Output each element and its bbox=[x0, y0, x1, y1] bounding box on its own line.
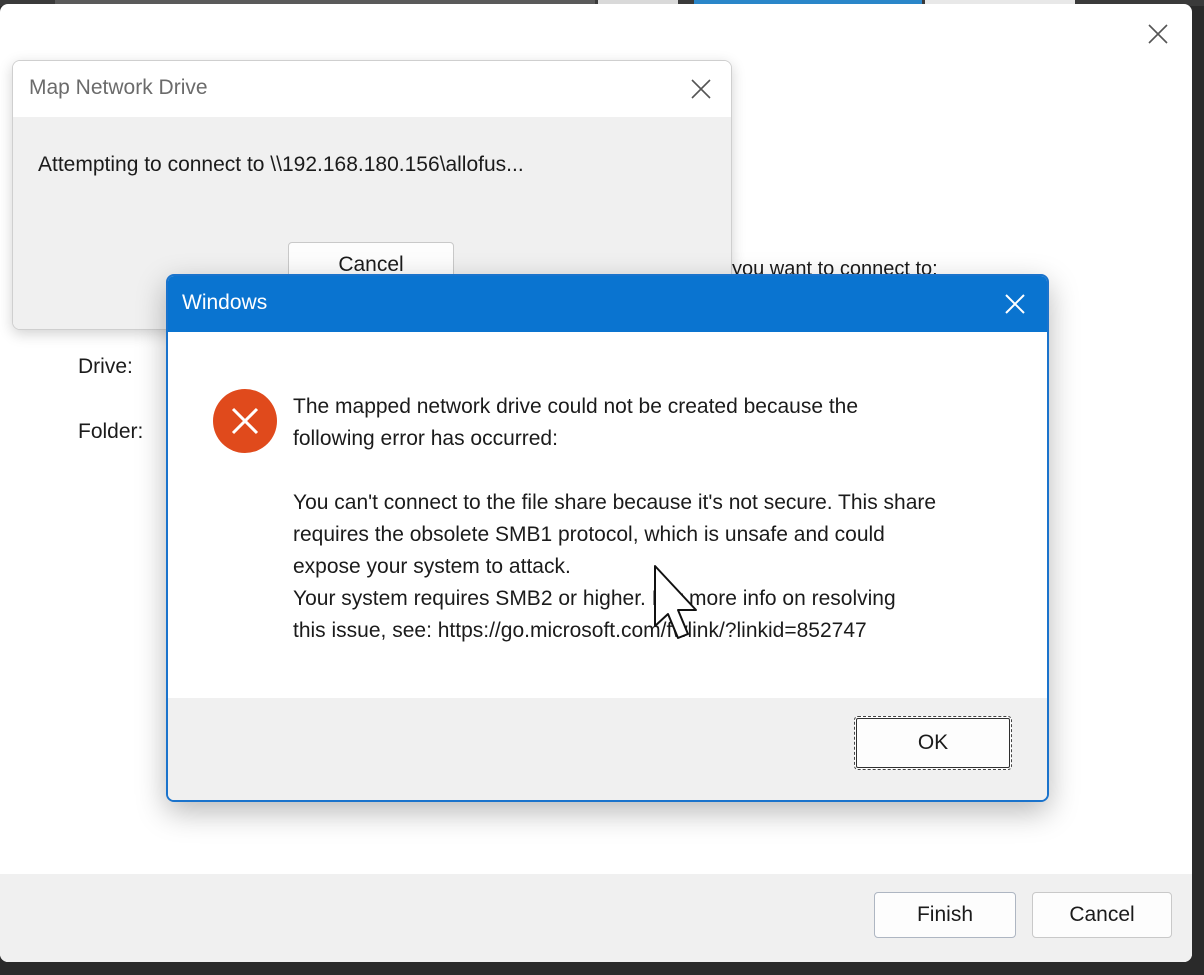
error-message-line: requires the obsolete SMB1 protocol, whi… bbox=[293, 523, 885, 546]
error-message-line: You can't connect to the file share beca… bbox=[293, 491, 937, 514]
wizard-cancel-button[interactable]: Cancel bbox=[1032, 892, 1172, 938]
error-dialog-titlebar: Windows bbox=[168, 276, 1047, 332]
error-message: The mapped network drive could not be cr… bbox=[293, 391, 1013, 647]
drive-label: Drive: bbox=[78, 355, 133, 378]
close-icon bbox=[691, 79, 711, 99]
finish-button[interactable]: Finish bbox=[874, 892, 1016, 938]
error-message-line: Your system requires SMB2 or higher. For… bbox=[293, 587, 896, 610]
error-message-line: The mapped network drive could not be cr… bbox=[293, 395, 859, 418]
map-dialog-title: Map Network Drive bbox=[29, 76, 208, 99]
folder-label: Folder: bbox=[78, 420, 144, 443]
map-dialog-titlebar: Map Network Drive bbox=[13, 61, 731, 117]
close-icon bbox=[1005, 294, 1025, 314]
close-icon bbox=[1148, 24, 1168, 44]
error-message-line: this issue, see: https://go.microsoft.co… bbox=[293, 619, 867, 642]
windows-error-dialog: Windows The mapped network drive could n… bbox=[166, 274, 1049, 802]
error-message-line: expose your system to attack. bbox=[293, 555, 571, 578]
wizard-close-button[interactable] bbox=[1138, 16, 1178, 52]
ok-button[interactable]: OK bbox=[854, 716, 1012, 770]
error-dialog-close-button[interactable] bbox=[995, 286, 1035, 322]
connection-status-text: Attempting to connect to \\192.168.180.1… bbox=[38, 153, 524, 176]
error-message-line: following error has occurred: bbox=[293, 427, 558, 450]
error-x-icon bbox=[213, 389, 277, 453]
map-dialog-close-button[interactable] bbox=[681, 71, 721, 107]
error-dialog-title: Windows bbox=[182, 291, 268, 314]
